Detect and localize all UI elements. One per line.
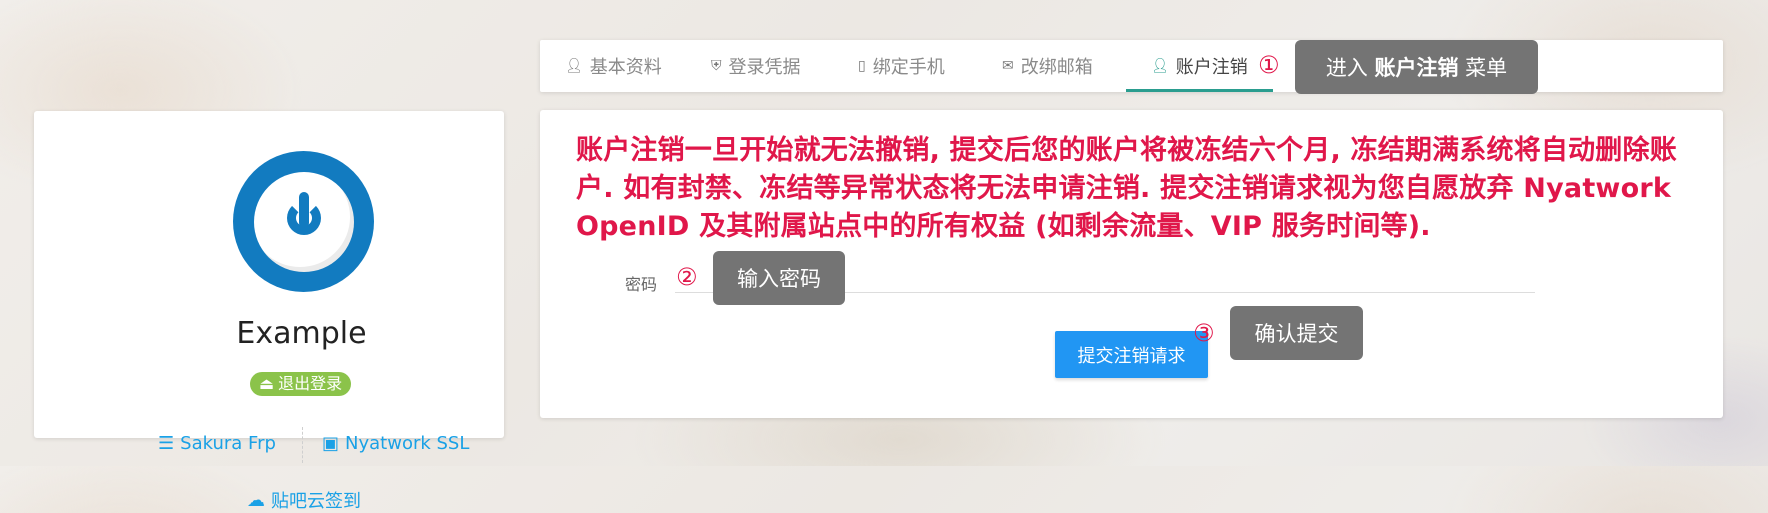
- tab-label: 基本资料: [589, 57, 662, 78]
- tab-label: 绑定手机: [872, 57, 945, 78]
- power-icon: [253, 171, 354, 272]
- user-icon: 👤︎: [565, 58, 583, 74]
- cloud-icon: ☁: [247, 489, 265, 511]
- step-1-marker: ①: [1258, 51, 1280, 79]
- username: Example: [236, 316, 367, 351]
- divider: [302, 427, 303, 463]
- tab-basic-info[interactable]: 👤︎ 基本资料: [565, 40, 662, 92]
- link-sakura-frp[interactable]: ☰ Sakura Frp: [158, 433, 276, 454]
- step-1-callout: 进入 账户注销 菜单: [1295, 40, 1538, 94]
- step-3-callout: 确认提交: [1230, 306, 1363, 360]
- link-label: 贴吧云签到: [271, 491, 361, 512]
- link-label: Nyatwork SSL: [345, 433, 470, 454]
- logout-button[interactable]: ⏏ 退出登录: [250, 372, 352, 396]
- avatar: [233, 151, 374, 292]
- step-3-marker: ③: [1193, 319, 1215, 347]
- submit-cancel-button[interactable]: 提交注销请求: [1055, 331, 1208, 378]
- tab-label: 改绑邮箱: [1020, 57, 1093, 78]
- shield-icon: ⛨: [711, 58, 722, 74]
- warning-text: 账户注销一旦开始就无法撤销, 提交后您的账户将被冻结六个月, 冻结期满系统将自动…: [576, 135, 1677, 242]
- tab-change-email[interactable]: ✉ 改绑邮箱: [1002, 40, 1093, 92]
- certificate-icon: ▣: [322, 433, 340, 454]
- logout-label: 退出登录: [278, 374, 343, 393]
- tab-label: 登录凭据: [728, 57, 801, 78]
- tab-label: 账户注销: [1175, 57, 1248, 78]
- active-tab-indicator: [1126, 89, 1273, 92]
- user-remove-icon: 👤︎: [1151, 58, 1169, 74]
- link-nyatwork-ssl[interactable]: ▣ Nyatwork SSL: [322, 433, 469, 454]
- tab-login-credentials[interactable]: ⛨ 登录凭据: [711, 40, 801, 92]
- tab-account-cancel[interactable]: 👤︎ 账户注销: [1151, 40, 1248, 92]
- server-icon: ☰: [158, 433, 175, 454]
- tabs-bar: 👤︎ 基本资料 ⛨ 登录凭据 ▯ 绑定手机 ✉ 改绑邮箱 👤︎ 账户注销: [540, 40, 1723, 92]
- mail-icon: ✉: [1002, 58, 1014, 74]
- phone-icon: ▯: [858, 58, 866, 74]
- profile-card: Example ⏏ 退出登录 ☰ Sakura Frp ▣ Nyatwork S…: [34, 111, 504, 512]
- step-2-callout: 输入密码: [713, 251, 845, 305]
- tab-bind-phone[interactable]: ▯ 绑定手机: [858, 40, 945, 92]
- callout-text-bold: 账户注销: [1374, 56, 1459, 80]
- callout-text: 菜单: [1458, 56, 1508, 80]
- callout-text: 进入: [1325, 56, 1375, 80]
- step-2-marker: ②: [676, 263, 698, 291]
- logout-icon: ⏏: [259, 374, 275, 393]
- link-label: Sakura Frp: [180, 433, 276, 454]
- link-tieba-signin[interactable]: ☁ 贴吧云签到: [247, 487, 361, 513]
- password-label: 密码: [625, 275, 658, 294]
